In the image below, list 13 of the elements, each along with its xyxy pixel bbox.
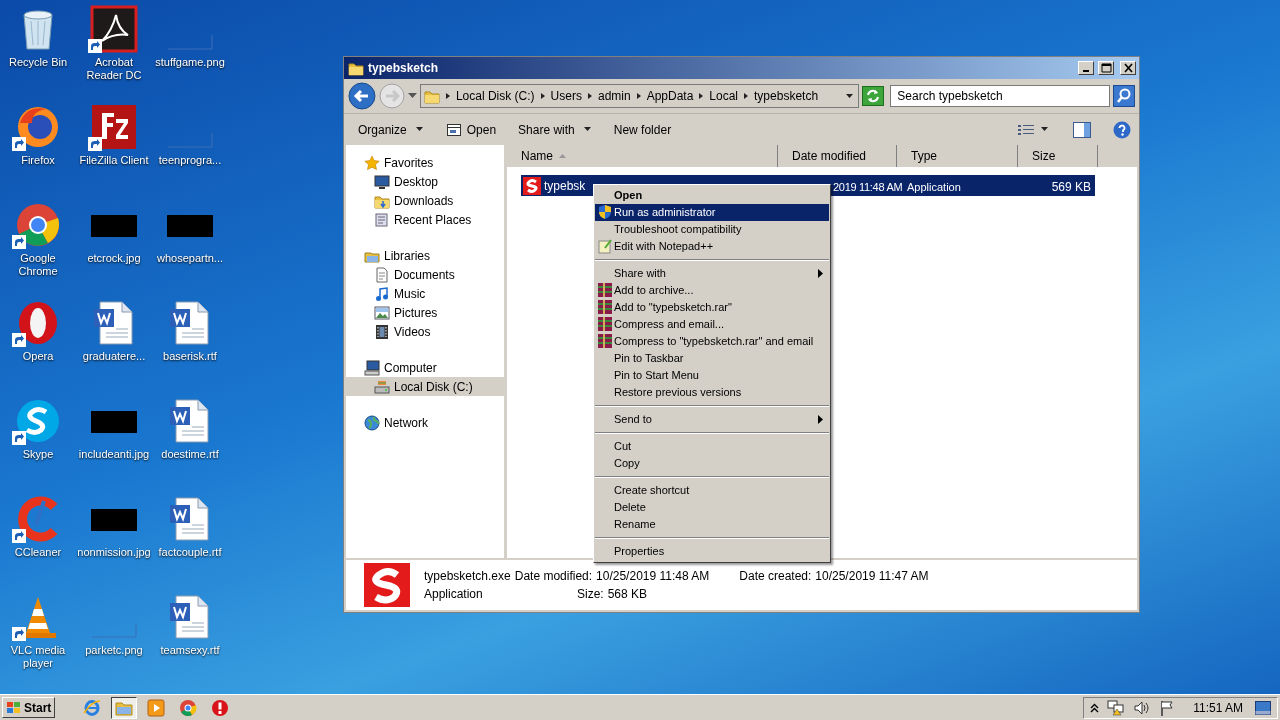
type-cell: Application: [907, 180, 961, 193]
field-value: 10/25/2019 11:47 AM: [815, 568, 929, 585]
field-label: Size:: [576, 586, 604, 603]
field-label: Date created:: [739, 568, 812, 585]
field-value: 10/25/2019 11:48 AM: [596, 568, 710, 585]
file-name: typebsketch.exe: [424, 568, 511, 585]
date-cell: 2019 11:48 AM: [833, 180, 903, 193]
field-label: Date modified:: [514, 568, 593, 585]
window-title: typebsketch: [368, 60, 440, 77]
field-value: 568 KB: [607, 586, 648, 603]
file-type: Application: [424, 586, 484, 603]
size-cell: 569 KB: [1051, 179, 1091, 194]
file-name: typebsk: [544, 177, 586, 195]
